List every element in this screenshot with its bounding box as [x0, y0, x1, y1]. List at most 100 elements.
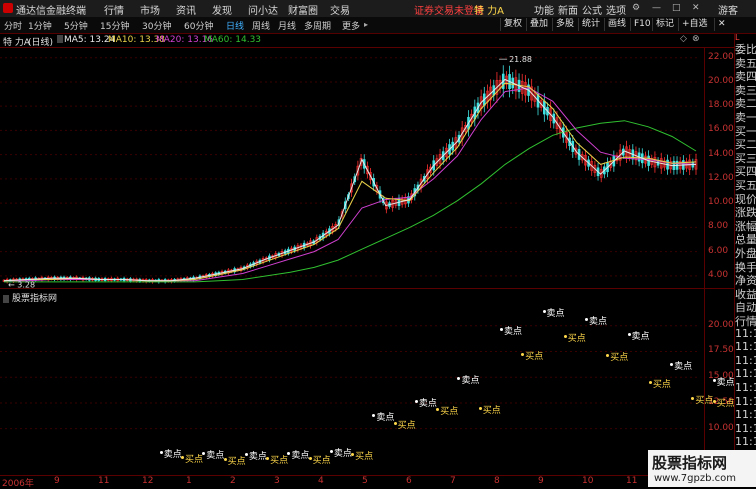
menu-discover[interactable]: 发现: [212, 2, 232, 17]
toolbar-close-button[interactable]: ✕: [714, 18, 729, 31]
ma60-label: MA60: 14.33: [204, 35, 262, 45]
signal-dot: [712, 379, 716, 383]
price-tick-label: 10.00: [708, 197, 734, 208]
overlay-button[interactable]: 叠加: [526, 18, 551, 31]
menu-options[interactable]: 选项: [606, 2, 626, 17]
watermark: 股票指标网 www.7gpzb.com: [648, 450, 756, 487]
statistics-button[interactable]: 统计: [578, 18, 603, 31]
ma10-line: [3, 82, 697, 282]
period-30min[interactable]: 30分钟: [142, 19, 171, 32]
close-icon[interactable]: ✕: [692, 3, 700, 13]
menu-news[interactable]: 资讯: [176, 2, 196, 17]
price-tick-label: 12.00: [708, 172, 734, 183]
period-60min[interactable]: 60分钟: [184, 19, 213, 32]
quote-panel-label: 11:1: [735, 340, 756, 354]
signal-dot: [712, 399, 716, 403]
signal-dot: [308, 456, 312, 460]
maximize-icon[interactable]: □: [672, 3, 681, 13]
f10-button[interactable]: F10: [630, 18, 654, 31]
menu-trade[interactable]: 交易: [330, 2, 350, 17]
minimize-icon[interactable]: —: [652, 3, 661, 13]
guest-label[interactable]: 游客: [718, 2, 738, 17]
sell-signal-label: 卖点: [503, 326, 522, 337]
x-tick-label: 9: [538, 476, 544, 486]
period-toolbar: 分时 1分钟 5分钟 15分钟 30分钟 60分钟 日线 周线 月线 多周期 更…: [0, 17, 756, 34]
ma-info-bar: 特 力A (日线) MA5: 13.24 MA10: 13.38 MA20: 1…: [0, 34, 700, 48]
quote-panel-label: 11:1: [735, 367, 756, 381]
add-watchlist-button[interactable]: +自选: [678, 18, 711, 31]
period-multi[interactable]: 多周期: [304, 19, 331, 32]
signal-dot: [266, 456, 270, 460]
quote-panel-label: 11:1: [735, 435, 756, 449]
multi-stock-button[interactable]: 多股: [552, 18, 577, 31]
buy-signal-label: 买点: [716, 398, 735, 409]
period-more[interactable]: 更多: [342, 19, 360, 32]
quote-panel-label: 11:1: [735, 326, 756, 340]
x-tick-label: 3: [274, 476, 280, 486]
price-tick-label: 4.00: [708, 269, 729, 280]
mark-button[interactable]: 标记: [652, 18, 677, 31]
sell-signal-label: 卖点: [461, 376, 480, 387]
more-chevron-icon[interactable]: ▸: [364, 20, 368, 29]
menu-ask[interactable]: 问小达: [248, 2, 278, 17]
x-tick-label: 9: [54, 476, 60, 486]
indicator-tick-label: 20.00: [708, 319, 734, 330]
indicator-tick-label: 10.00: [708, 422, 734, 433]
chart-close-icon[interactable]: ⊗: [692, 34, 700, 44]
period-intraday[interactable]: 分时: [4, 19, 22, 32]
adjust-button[interactable]: 复权: [500, 18, 525, 31]
menu-quotes[interactable]: 行情: [104, 2, 124, 17]
price-annotation: 21.88: [509, 55, 532, 64]
quote-panel-label: 11:1: [735, 408, 756, 422]
x-tick-label: 12: [142, 476, 154, 486]
buy-signal-label: 买点: [482, 406, 501, 417]
menu-wealth[interactable]: 财富圈: [288, 2, 318, 17]
menu-market[interactable]: 市场: [140, 2, 160, 17]
kline-chart[interactable]: 21.88 ← 3.28: [0, 48, 704, 288]
x-tick-label: 2: [230, 476, 236, 486]
buy-signal-label: 买点: [695, 395, 714, 406]
menu-function[interactable]: 功能: [534, 2, 554, 17]
menu-formula[interactable]: 公式: [582, 2, 602, 17]
buy-signal-label: 买点: [270, 455, 289, 466]
sell-signal-label: 卖点: [546, 309, 565, 320]
settings-icon[interactable]: ⚙: [632, 3, 640, 13]
sell-signal-label: 卖点: [291, 451, 310, 462]
period-5min[interactable]: 5分钟: [64, 19, 88, 32]
signal-dot: [521, 352, 525, 356]
signal-dot: [606, 353, 610, 357]
quote-panel-label: 11:1: [735, 394, 756, 408]
signal-dot: [563, 335, 567, 339]
signal-dot: [393, 421, 397, 425]
price-tick-label: 22.00: [708, 51, 734, 62]
sell-signal-label: 卖点: [418, 398, 437, 409]
period-15min[interactable]: 15分钟: [100, 19, 129, 32]
period-monthly[interactable]: 月线: [278, 19, 296, 32]
buy-signal-label: 买点: [440, 407, 459, 418]
price-tick-label: 18.00: [708, 100, 734, 111]
buy-signal-label: 买点: [397, 420, 416, 431]
sell-signal-label: 卖点: [163, 450, 182, 461]
stock-name-title: 特 力A: [474, 6, 505, 17]
sell-signal-label: 卖点: [716, 378, 735, 389]
ma5-line: [3, 78, 697, 282]
period-1min[interactable]: 1分钟: [28, 19, 52, 32]
x-tick-label: 5: [362, 476, 368, 486]
buy-signal-label: 买点: [610, 352, 629, 363]
menu-bar: 通达信金融终端 行情 市场 资讯 发现 问小达 财富圈 交易 证券交易未登录 特…: [0, 0, 756, 18]
signal-dot: [585, 317, 589, 321]
sell-signal-label: 卖点: [589, 316, 608, 327]
period-weekly[interactable]: 周线: [252, 19, 270, 32]
sell-signal-label: 卖点: [631, 332, 650, 342]
draw-line-button[interactable]: 画线: [604, 18, 629, 31]
buy-signal-label: 买点: [525, 351, 544, 362]
y-axis-border: [704, 47, 705, 476]
buy-signal-label: 买点: [185, 454, 204, 465]
menu-new-page[interactable]: 新面: [558, 2, 578, 17]
x-tick-label: 8: [494, 476, 500, 486]
chart-pin-icon[interactable]: ◇: [680, 34, 687, 44]
signal-dot: [478, 407, 482, 411]
chart-settings-icon[interactable]: [57, 35, 63, 43]
x-tick-label: 10: [582, 476, 594, 486]
period-daily[interactable]: 日线: [226, 19, 244, 32]
